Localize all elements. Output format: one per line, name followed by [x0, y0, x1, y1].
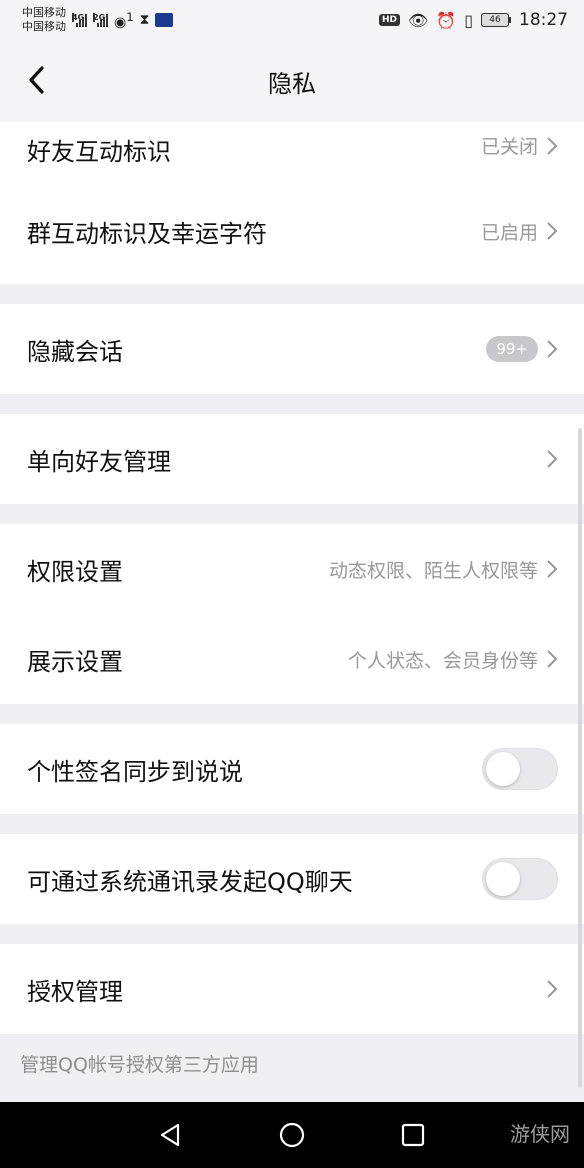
group-one-way-friends: 单向好友管理	[0, 414, 584, 504]
hotspot-icon: ◉1	[114, 10, 134, 31]
settings-list: 好友互动标识 已关闭 群互动标识及幸运字符 已启用 隐藏会话 99+ 单向好友管…	[0, 122, 584, 1092]
row-label: 群互动标识及幸运字符	[27, 219, 267, 248]
chevron-right-icon	[547, 450, 558, 468]
chevron-right-icon	[547, 340, 558, 358]
row-label: 单向好友管理	[27, 447, 171, 476]
chevron-right-icon	[547, 136, 558, 155]
authorization-footnote: 管理QQ帐号授权第三方应用	[0, 1034, 584, 1092]
nav-bar: 隐私	[0, 40, 584, 122]
system-nav-bar	[0, 1102, 584, 1168]
back-button[interactable]	[22, 62, 50, 98]
row-label: 个性签名同步到说说	[27, 757, 243, 786]
row-one-way-friends[interactable]: 单向好友管理	[0, 414, 584, 504]
row-label: 授权管理	[27, 977, 123, 1006]
watermark-logo: 游侠网	[510, 1122, 570, 1146]
row-right: 已关闭	[481, 132, 558, 159]
toggle-knob	[486, 752, 520, 786]
row-permissions[interactable]: 权限设置 动态权限、陌生人权限等	[0, 524, 584, 614]
group-sync-signature: 个性签名同步到说说	[0, 724, 584, 814]
status-right: HD 👁 ⏰ ▯ 46 18:27	[378, 10, 568, 30]
scrollbar[interactable]	[578, 428, 582, 1088]
network-type-1: 4G	[72, 13, 85, 22]
carrier-1: 中国移动	[22, 6, 66, 19]
carrier-names: 中国移动 中国移动	[22, 6, 66, 34]
sync-signature-toggle[interactable]	[482, 748, 558, 790]
row-label: 隐藏会话	[27, 337, 123, 366]
row-right: 已启用	[481, 218, 558, 245]
chevron-right-icon	[547, 980, 558, 998]
chevron-right-icon	[547, 222, 558, 240]
battery-level: 46	[481, 13, 509, 27]
row-label: 可通过系统通讯录发起QQ聊天	[27, 867, 353, 896]
back-chevron-icon	[29, 66, 44, 94]
hotspot-count: 1	[126, 10, 134, 25]
alarm-icon: ⏰	[436, 10, 457, 30]
row-value: 动态权限、陌生人权限等	[328, 559, 538, 582]
unread-badge: 99+	[486, 336, 538, 362]
section-gap	[0, 704, 584, 724]
network-type-2: 2G	[93, 13, 106, 22]
hd-icon: HD	[378, 14, 400, 26]
chevron-right-icon	[547, 650, 558, 668]
triangle-back-icon[interactable]	[156, 1120, 186, 1150]
row-authorization[interactable]: 授权管理	[0, 944, 584, 1034]
carrier-2: 中国移动	[22, 20, 66, 33]
battery-icon: 46	[481, 13, 511, 27]
status-left: 中国移动 中国移动 4G 2G ◉1 ⧗	[22, 6, 174, 34]
group-interaction-identifiers: 好友互动标识 已关闭 群互动标识及幸运字符 已启用	[0, 122, 584, 284]
status-bar: 中国移动 中国移动 4G 2G ◉1 ⧗ HD 👁 ⏰ ▯ 46 18:27	[0, 0, 584, 40]
hourglass-icon: ⧗	[139, 12, 150, 28]
row-hidden-chats[interactable]: 隐藏会话 99+	[0, 304, 584, 394]
row-group-interaction[interactable]: 群互动标识及幸运字符 已启用	[0, 178, 584, 284]
row-friend-interaction[interactable]: 好友互动标识 已关闭	[0, 122, 584, 178]
row-label: 展示设置	[27, 647, 123, 676]
group-contacts-chat: 可通过系统通讯录发起QQ聊天	[0, 834, 584, 924]
row-label: 好友互动标识	[27, 138, 171, 166]
signal-1-icon: 4G	[72, 13, 87, 27]
section-gap	[0, 924, 584, 944]
row-right: 99+	[486, 336, 558, 362]
group-hidden-chats: 隐藏会话 99+	[0, 304, 584, 394]
section-gap	[0, 394, 584, 414]
clock-time: 18:27	[519, 10, 568, 30]
row-display[interactable]: 展示设置 个人状态、会员身份等	[0, 614, 584, 704]
row-value: 已启用	[480, 221, 538, 244]
section-gap	[0, 504, 584, 524]
row-right	[546, 449, 558, 469]
eye-icon: 👁	[407, 10, 429, 30]
row-label: 权限设置	[27, 557, 123, 586]
row-value: 个人状态、会员身份等	[347, 649, 538, 672]
vibrate-icon: ▯	[464, 10, 473, 30]
row-right: 动态权限、陌生人权限等	[329, 556, 558, 583]
news-app-icon	[155, 13, 174, 27]
contacts-chat-toggle[interactable]	[482, 858, 558, 900]
row-value: 已关闭	[480, 136, 538, 158]
section-gap	[0, 814, 584, 834]
section-gap	[0, 284, 584, 304]
row-sync-signature: 个性签名同步到说说	[0, 724, 584, 814]
group-authorization: 授权管理	[0, 944, 584, 1034]
page-title: 隐私	[268, 69, 316, 98]
toggle-knob	[486, 862, 520, 896]
group-permissions-display: 权限设置 动态权限、陌生人权限等 展示设置 个人状态、会员身份等	[0, 524, 584, 704]
chevron-right-icon	[547, 560, 558, 578]
circle-home-icon[interactable]	[277, 1120, 307, 1150]
signal-2-icon: 2G	[93, 13, 108, 27]
row-right: 个人状态、会员身份等	[348, 646, 558, 673]
row-right	[546, 979, 558, 999]
square-recent-icon[interactable]	[398, 1120, 428, 1150]
row-contacts-chat: 可通过系统通讯录发起QQ聊天	[0, 834, 584, 924]
